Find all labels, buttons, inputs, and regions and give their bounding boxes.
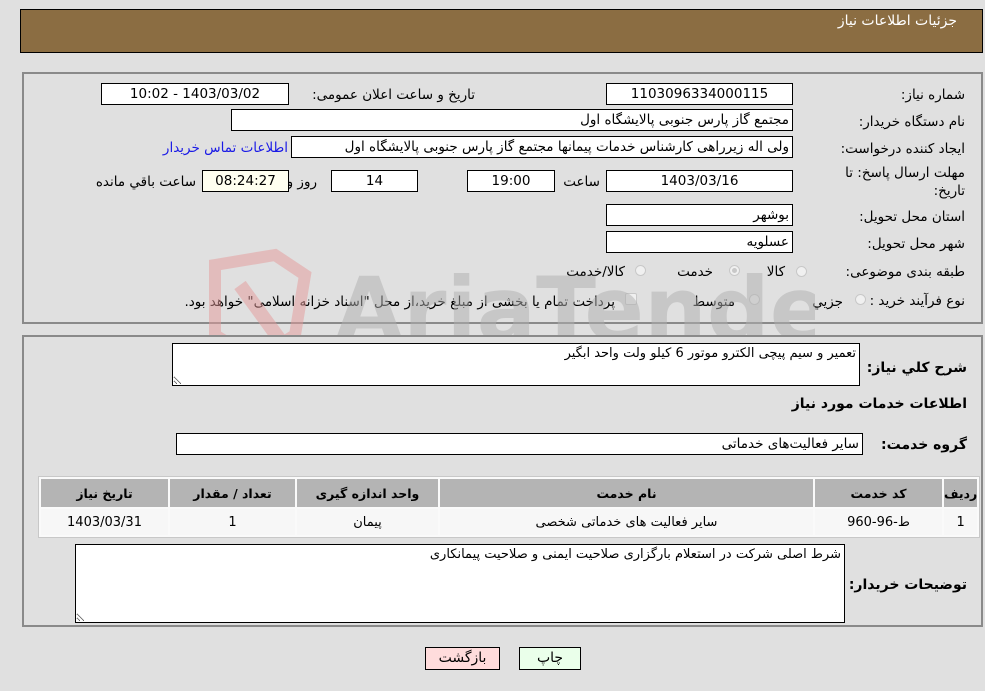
service-group-field: سایر فعالیت‌های خدماتی — [176, 433, 863, 455]
cell-unit: پیمان — [297, 509, 438, 535]
category-radio-goods-service[interactable] — [635, 265, 646, 276]
deadline-time-label: ساعت — [563, 174, 600, 190]
buyer-contact-link[interactable]: اطلاعات تماس خریدار — [163, 140, 288, 156]
buyer-org-label: نام دستگاه خریدار: — [858, 114, 965, 130]
time-remaining-field: 08:24:27 — [202, 170, 289, 192]
buyer-org-field: مجتمع گاز پارس جنوبی پالایشگاه اول — [231, 109, 793, 131]
table-row: 1 ط-96-960 سایر فعالیت های خدماتی شخصی پ… — [41, 509, 978, 535]
print-button[interactable]: چاپ — [519, 647, 581, 670]
requester-label: ایجاد کننده درخواست: — [840, 141, 965, 157]
cell-row-number: 1 — [944, 509, 978, 535]
col-service-name: نام خدمت — [440, 479, 813, 507]
announce-datetime-label: تاریخ و ساعت اعلان عمومی: — [312, 87, 475, 103]
col-unit: واحد اندازه گیری — [297, 479, 438, 507]
treasury-checkbox[interactable] — [625, 293, 637, 305]
purchase-option-minor: جزيي — [812, 294, 843, 310]
buyer-notes-textarea[interactable]: شرط اصلی شرکت در استعلام بارگزاری صلاحیت… — [75, 544, 845, 623]
buyer-notes-label: توضیحات خریدار: — [848, 577, 967, 593]
col-need-date: تاریخ نیاز — [41, 479, 168, 507]
category-radio-goods[interactable] — [796, 266, 807, 277]
col-service-code: کد خدمت — [815, 479, 942, 507]
cell-quantity: 1 — [170, 509, 295, 535]
purchase-option-medium: متوسط — [692, 294, 735, 310]
purchase-radio-medium[interactable] — [749, 294, 760, 305]
days-remaining-field: 14 — [331, 170, 418, 192]
category-label: طبقه بندی موضوعی: — [845, 264, 965, 280]
deadline-time-field: 19:00 — [467, 170, 555, 192]
cell-need-date: 1403/03/31 — [41, 509, 168, 535]
purchase-radio-minor[interactable] — [855, 294, 866, 305]
page-title: جزئیات اطلاعات نیاز — [837, 13, 957, 29]
services-table: ردیف کد خدمت نام خدمت واحد اندازه گیری ت… — [38, 476, 981, 538]
service-group-label: گروه خدمت: — [881, 437, 967, 453]
deadline-date-field: 1403/03/16 — [606, 170, 793, 192]
days-label: روز و — [286, 174, 317, 190]
services-section-title: اطلاعات خدمات مورد نياز — [791, 396, 967, 412]
time-remaining-label: ساعت باقي مانده — [95, 174, 196, 190]
purchase-type-label: نوع فرآیند خرید : — [869, 293, 965, 309]
province-label: استان محل تحویل: — [859, 209, 965, 225]
services-table-wrapper: ردیف کد خدمت نام خدمت واحد اندازه گیری ت… — [38, 476, 981, 538]
treasury-note: پرداخت تمام یا بخشی از مبلغ خرید،از محل … — [184, 294, 615, 310]
need-number-label: شماره نیاز: — [900, 87, 965, 103]
announce-datetime-field: 1403/03/02 - 10:02 — [101, 83, 289, 105]
back-button[interactable]: بازگشت — [425, 647, 500, 670]
need-number-field: 1103096334000115 — [606, 83, 793, 105]
col-quantity: تعداد / مقدار — [170, 479, 295, 507]
province-field: بوشهر — [606, 204, 793, 226]
category-option-service: خدمت — [677, 264, 713, 280]
description-textarea[interactable]: تعمیر و سیم پیچی الکترو موتور 6 کیلو ولت… — [172, 343, 860, 386]
category-option-goods: کالا — [766, 264, 785, 280]
requester-field: ولی اله زیرراهی کارشناس خدمات پیمانها مج… — [291, 136, 793, 158]
category-radio-service[interactable] — [729, 265, 740, 276]
description-label: شرح كلي نياز: — [866, 360, 967, 376]
city-field: عسلویه — [606, 231, 793, 253]
cell-service-code: ط-96-960 — [815, 509, 942, 535]
deadline-label: مهلت ارسال پاسخ: تا تاریخ: — [845, 165, 965, 199]
table-header-row: ردیف کد خدمت نام خدمت واحد اندازه گیری ت… — [41, 479, 978, 507]
col-row-number: ردیف — [944, 479, 978, 507]
cell-service-name: سایر فعالیت های خدماتی شخصی — [440, 509, 813, 535]
city-label: شهر محل تحویل: — [867, 236, 965, 252]
category-option-goods-service: کالا/خدمت — [566, 264, 625, 280]
